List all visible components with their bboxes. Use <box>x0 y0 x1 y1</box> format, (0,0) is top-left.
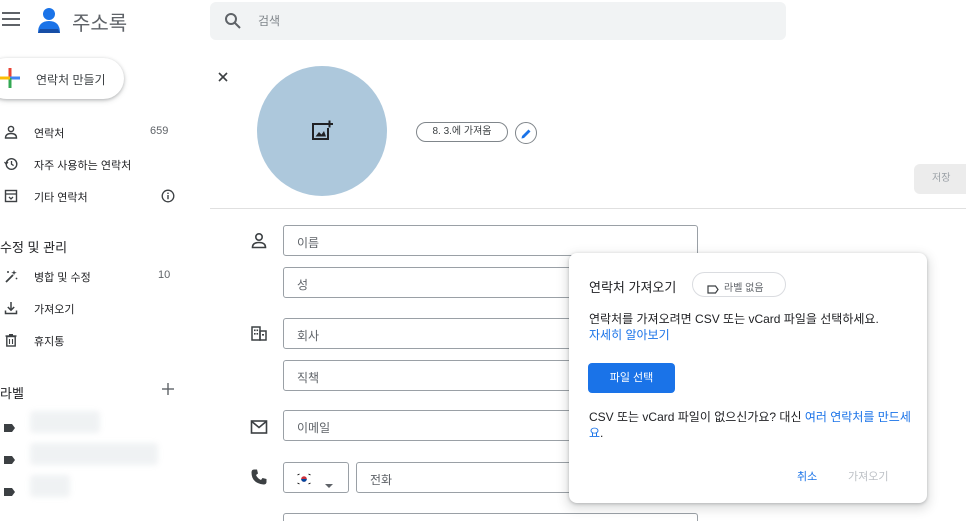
contacts-logo-icon <box>36 7 62 35</box>
no-label-chip[interactable]: 라벨 없음 <box>692 272 786 297</box>
label-item[interactable] <box>0 409 200 437</box>
phone-icon <box>250 468 268 486</box>
no-file-text: CSV 또는 vCard 파일이 없으신가요? 대신 <box>589 410 805 424</box>
sidebar-item-merge[interactable]: 병합 및 수정 10 <box>0 264 200 290</box>
sidebar-item-label: 자주 사용하는 연락처 <box>34 160 132 172</box>
first-name-placeholder: 이름 <box>297 236 320 250</box>
create-contact-button[interactable]: 연락처 만들기 <box>0 58 124 99</box>
sidebar-item-contacts[interactable]: 연락처 659 <box>0 120 200 146</box>
last-name-field[interactable]: 성 <box>283 267 583 298</box>
company-field[interactable]: 회사 <box>283 318 583 349</box>
phone-placeholder: 전화 <box>370 473 393 487</box>
contacts-count: 659 <box>150 125 169 137</box>
email-icon <box>250 418 268 436</box>
main-menu-button[interactable] <box>2 12 20 26</box>
select-file-button[interactable]: 파일 선택 <box>588 363 675 393</box>
korea-flag-icon <box>296 472 312 485</box>
sidebar-item-label: 휴지통 <box>34 336 65 348</box>
magic-wand-icon <box>4 269 18 283</box>
add-photo-icon <box>311 120 333 142</box>
learn-more-link[interactable]: 자세히 알아보기 <box>589 328 670 342</box>
label-item[interactable] <box>0 441 200 469</box>
sidebar-item-other-contacts[interactable]: 기타 연락처 <box>0 184 200 210</box>
cancel-button[interactable]: 취소 <box>797 468 817 484</box>
sidebar-item-label: 기타 연락처 <box>34 192 88 204</box>
period-text: . <box>600 426 604 440</box>
archive-icon <box>4 189 18 203</box>
label-icon <box>4 419 15 432</box>
job-title-field[interactable]: 직책 <box>283 360 583 391</box>
close-icon[interactable] <box>216 70 230 84</box>
person-icon <box>4 125 18 139</box>
email-placeholder: 이메일 <box>297 421 331 435</box>
contact-photo[interactable] <box>257 66 387 196</box>
no-label-chip-label: 라벨 없음 <box>724 283 764 294</box>
instructions-text: 연락처를 가져오려면 CSV 또는 vCard 파일을 선택하세요. <box>589 312 879 326</box>
job-title-placeholder: 직책 <box>297 371 320 385</box>
field-icon <box>252 515 270 521</box>
edit-labels-button[interactable] <box>515 122 537 144</box>
label-icon <box>4 451 15 464</box>
imported-label-chip[interactable]: 8. 3.에 가져옴 <box>416 122 508 142</box>
trash-icon <box>4 333 18 347</box>
import-dialog: 연락처 가져오기 라벨 없음 연락처를 가져오려면 CSV 또는 vCard 파… <box>569 253 927 503</box>
email-field[interactable]: 이메일 <box>283 410 583 441</box>
app-title: 주소록 <box>72 13 128 35</box>
search-icon[interactable] <box>224 12 242 30</box>
dialog-instructions: 연락처를 가져오려면 CSV 또는 vCard 파일을 선택하세요. 자세히 알… <box>589 311 909 343</box>
sidebar-item-label: 병합 및 수정 <box>34 272 91 284</box>
labels-section-title: 라벨 <box>0 386 24 401</box>
sidebar-item-label: 연락처 <box>34 128 65 140</box>
label-item[interactable] <box>0 473 200 501</box>
search-bar[interactable] <box>210 2 786 40</box>
dropdown-arrow-icon <box>325 476 333 488</box>
save-button[interactable]: 저장 <box>914 164 966 194</box>
first-name-field[interactable]: 이름 <box>283 225 698 256</box>
sidebar-item-import[interactable]: 가져오기 <box>0 296 200 322</box>
person-icon <box>250 232 268 250</box>
dialog-title: 연락처 가져오기 <box>589 280 677 295</box>
add-label-icon[interactable] <box>161 382 175 396</box>
info-icon[interactable] <box>161 189 175 203</box>
search-input[interactable] <box>258 2 758 40</box>
last-name-placeholder: 성 <box>297 278 309 292</box>
next-field[interactable] <box>283 513 698 521</box>
no-file-message: CSV 또는 vCard 파일이 없으신가요? 대신 여러 연락처를 만드세요. <box>589 409 911 441</box>
manage-section-title: 수정 및 관리 <box>0 240 68 255</box>
phone-field[interactable]: 전화 <box>356 462 583 493</box>
create-contact-label: 연락처 만들기 <box>36 73 106 87</box>
pencil-icon <box>520 127 532 139</box>
sidebar-item-label: 가져오기 <box>34 304 75 316</box>
plus-icon <box>0 68 20 88</box>
sidebar-item-frequent[interactable]: 자주 사용하는 연락처 <box>0 152 200 178</box>
divider <box>210 208 966 209</box>
history-icon <box>4 157 18 171</box>
merge-count: 10 <box>158 269 171 281</box>
country-code-select[interactable] <box>283 462 349 493</box>
download-icon <box>4 301 18 315</box>
import-button[interactable]: 가져오기 <box>848 468 888 484</box>
sidebar-item-trash[interactable]: 휴지통 <box>0 328 200 354</box>
company-placeholder: 회사 <box>297 329 320 343</box>
label-outline-icon <box>707 281 719 294</box>
building-icon <box>250 324 268 342</box>
label-icon <box>4 483 15 496</box>
